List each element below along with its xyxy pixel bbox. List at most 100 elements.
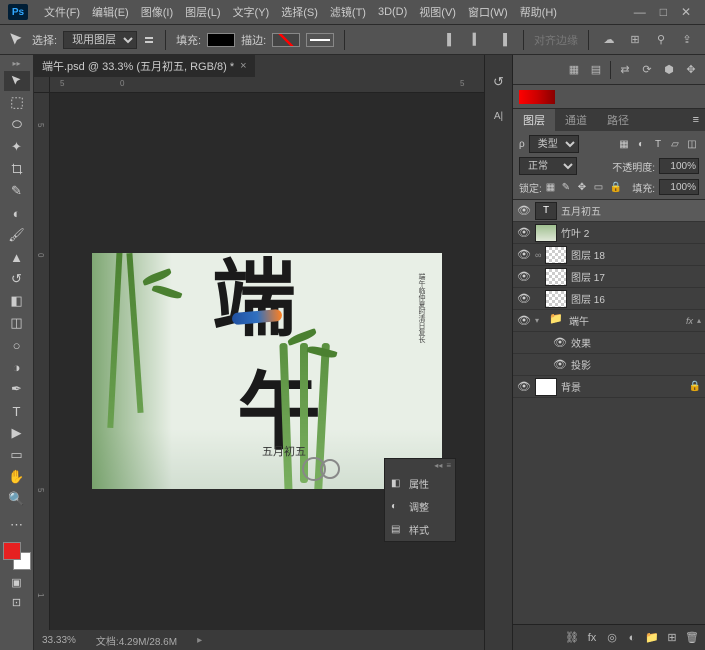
- zoom-tool[interactable]: 🔍: [4, 489, 30, 509]
- layer-name[interactable]: 五月初五: [561, 203, 701, 218]
- blend-mode-dropdown[interactable]: 正常: [519, 157, 577, 175]
- lock-transparent-icon[interactable]: ▦: [546, 182, 558, 193]
- panel-collapse-icon[interactable]: ◂◂: [434, 461, 442, 470]
- fill-opacity-input[interactable]: [659, 179, 699, 195]
- layer-filter-dropdown[interactable]: 类型: [529, 135, 579, 153]
- align-left-icon[interactable]: ▌: [441, 30, 461, 50]
- close-tab-icon[interactable]: ×: [240, 60, 246, 72]
- layer-row[interactable]: 👁 图层 16: [513, 288, 705, 310]
- menu-filter[interactable]: 滤镜(T): [324, 4, 372, 20]
- new-layer-icon[interactable]: ⊞: [663, 629, 681, 647]
- close-button[interactable]: ✕: [681, 5, 691, 19]
- lock-position-icon[interactable]: ✥: [578, 182, 590, 193]
- align-center-icon[interactable]: ▍: [467, 30, 487, 50]
- visibility-icon[interactable]: 👁: [517, 314, 531, 327]
- grid-view-icon[interactable]: ▦: [564, 60, 584, 80]
- flip-icon[interactable]: ⇄: [615, 60, 635, 80]
- tab-layers[interactable]: 图层: [513, 109, 555, 131]
- visibility-icon[interactable]: 👁: [553, 358, 567, 371]
- layer-row[interactable]: 👁 T 五月初五: [513, 200, 705, 222]
- filter-shape-icon[interactable]: ▱: [668, 139, 682, 150]
- blur-tool[interactable]: ○: [4, 335, 30, 355]
- delete-layer-icon[interactable]: 🗑: [683, 629, 701, 647]
- tab-channels[interactable]: 通道: [555, 109, 597, 131]
- zoom-level[interactable]: 33.33%: [42, 635, 76, 646]
- toolbox-collapse-icon[interactable]: ▸▸: [12, 57, 20, 70]
- layer-thumbnail[interactable]: T: [535, 202, 557, 220]
- layer-row[interactable]: 👁 ▾ 📁 端午 fx ▴: [513, 310, 705, 332]
- layer-thumbnail[interactable]: [535, 378, 557, 396]
- fx-indicator[interactable]: fx: [686, 316, 693, 326]
- lock-image-icon[interactable]: ✎: [562, 182, 574, 193]
- disclosure-icon[interactable]: ▾: [535, 316, 545, 325]
- move-tool-icon[interactable]: [8, 31, 26, 49]
- layer-row[interactable]: 👁 背景 🔒: [513, 376, 705, 398]
- layer-thumbnail[interactable]: [535, 224, 557, 242]
- brush-tool[interactable]: 🖌: [4, 225, 30, 245]
- eyedropper-tool[interactable]: ✎: [4, 181, 30, 201]
- magic-wand-tool[interactable]: ✦: [4, 137, 30, 157]
- path-selection-tool[interactable]: ▶: [4, 423, 30, 443]
- layer-thumbnail[interactable]: [545, 268, 567, 286]
- hand-tool[interactable]: ✋: [4, 467, 30, 487]
- select-settings-icon[interactable]: [143, 34, 155, 46]
- 3d-icon[interactable]: ⬢: [659, 60, 679, 80]
- document-tab[interactable]: 端午.psd @ 33.3% (五月初五, RGB/8) * ×: [34, 55, 255, 77]
- layer-name[interactable]: 端午: [569, 313, 682, 328]
- layer-effect-row[interactable]: 👁 投影: [513, 354, 705, 376]
- fill-swatch[interactable]: [207, 33, 235, 47]
- layer-name[interactable]: 图层 16: [571, 291, 701, 306]
- new-group-icon[interactable]: 📁: [643, 629, 661, 647]
- color-swatches[interactable]: [3, 542, 31, 570]
- layer-row[interactable]: 👁 竹叶 2: [513, 222, 705, 244]
- menu-layer[interactable]: 图层(L): [179, 4, 226, 20]
- edit-toolbar-icon[interactable]: ⋯: [4, 515, 30, 535]
- eraser-tool[interactable]: ◧: [4, 291, 30, 311]
- layer-mask-icon[interactable]: ◎: [603, 629, 621, 647]
- opacity-input[interactable]: [659, 158, 699, 174]
- lasso-tool[interactable]: [4, 115, 30, 135]
- select-target-dropdown[interactable]: 现用图层: [63, 31, 137, 49]
- layer-name[interactable]: 背景: [561, 379, 685, 394]
- stroke-width-icon[interactable]: [306, 33, 334, 47]
- visibility-icon[interactable]: 👁: [517, 270, 531, 283]
- filter-smart-icon[interactable]: ◫: [685, 139, 699, 150]
- maximize-button[interactable]: □: [660, 5, 667, 19]
- minimize-button[interactable]: —: [634, 5, 646, 19]
- layer-thumbnail[interactable]: [545, 290, 567, 308]
- adjustments-row[interactable]: ◐调整: [385, 495, 455, 518]
- menu-image[interactable]: 图像(I): [135, 4, 179, 20]
- file-info[interactable]: 文档:4.29M/28.6M: [96, 633, 177, 648]
- rotate-icon[interactable]: ⟳: [637, 60, 657, 80]
- move-tool[interactable]: [4, 71, 30, 91]
- gradient-tool[interactable]: ◫: [4, 313, 30, 333]
- visibility-icon[interactable]: 👁: [517, 380, 531, 393]
- filter-pixel-icon[interactable]: ▦: [617, 139, 631, 150]
- menu-3d[interactable]: 3D(D): [372, 6, 413, 18]
- adjustment-layer-icon[interactable]: ◐: [623, 629, 641, 647]
- tab-paths[interactable]: 路径: [597, 109, 639, 131]
- healing-brush-tool[interactable]: ◐: [4, 203, 30, 223]
- rectangle-tool[interactable]: ▭: [4, 445, 30, 465]
- foreground-color[interactable]: [3, 542, 21, 560]
- layer-style-icon[interactable]: fx: [583, 629, 601, 647]
- pen-tool[interactable]: ✒: [4, 379, 30, 399]
- menu-select[interactable]: 选择(S): [275, 4, 324, 20]
- character-panel-icon[interactable]: A|: [490, 107, 508, 125]
- lock-all-icon[interactable]: 🔒: [610, 182, 622, 193]
- horizontal-ruler[interactable]: 5 0 5: [50, 77, 484, 93]
- clone-stamp-tool[interactable]: ▲: [4, 247, 30, 267]
- panel-menu-icon[interactable]: ≡: [446, 461, 451, 470]
- drag-icon[interactable]: ✥: [681, 60, 701, 80]
- visibility-icon[interactable]: 👁: [517, 226, 531, 239]
- lock-artboard-icon[interactable]: ▭: [594, 182, 606, 193]
- menu-edit[interactable]: 编辑(E): [86, 4, 135, 20]
- cloud-sync-icon[interactable]: ☁: [599, 30, 619, 50]
- menu-file[interactable]: 文件(F): [38, 4, 86, 20]
- layer-effect-row[interactable]: 👁 效果: [513, 332, 705, 354]
- marquee-tool[interactable]: [4, 93, 30, 113]
- visibility-icon[interactable]: 👁: [517, 204, 531, 217]
- link-layers-icon[interactable]: ⛓: [563, 629, 581, 647]
- layer-thumbnail[interactable]: [545, 246, 567, 264]
- properties-row[interactable]: ◧属性: [385, 472, 455, 495]
